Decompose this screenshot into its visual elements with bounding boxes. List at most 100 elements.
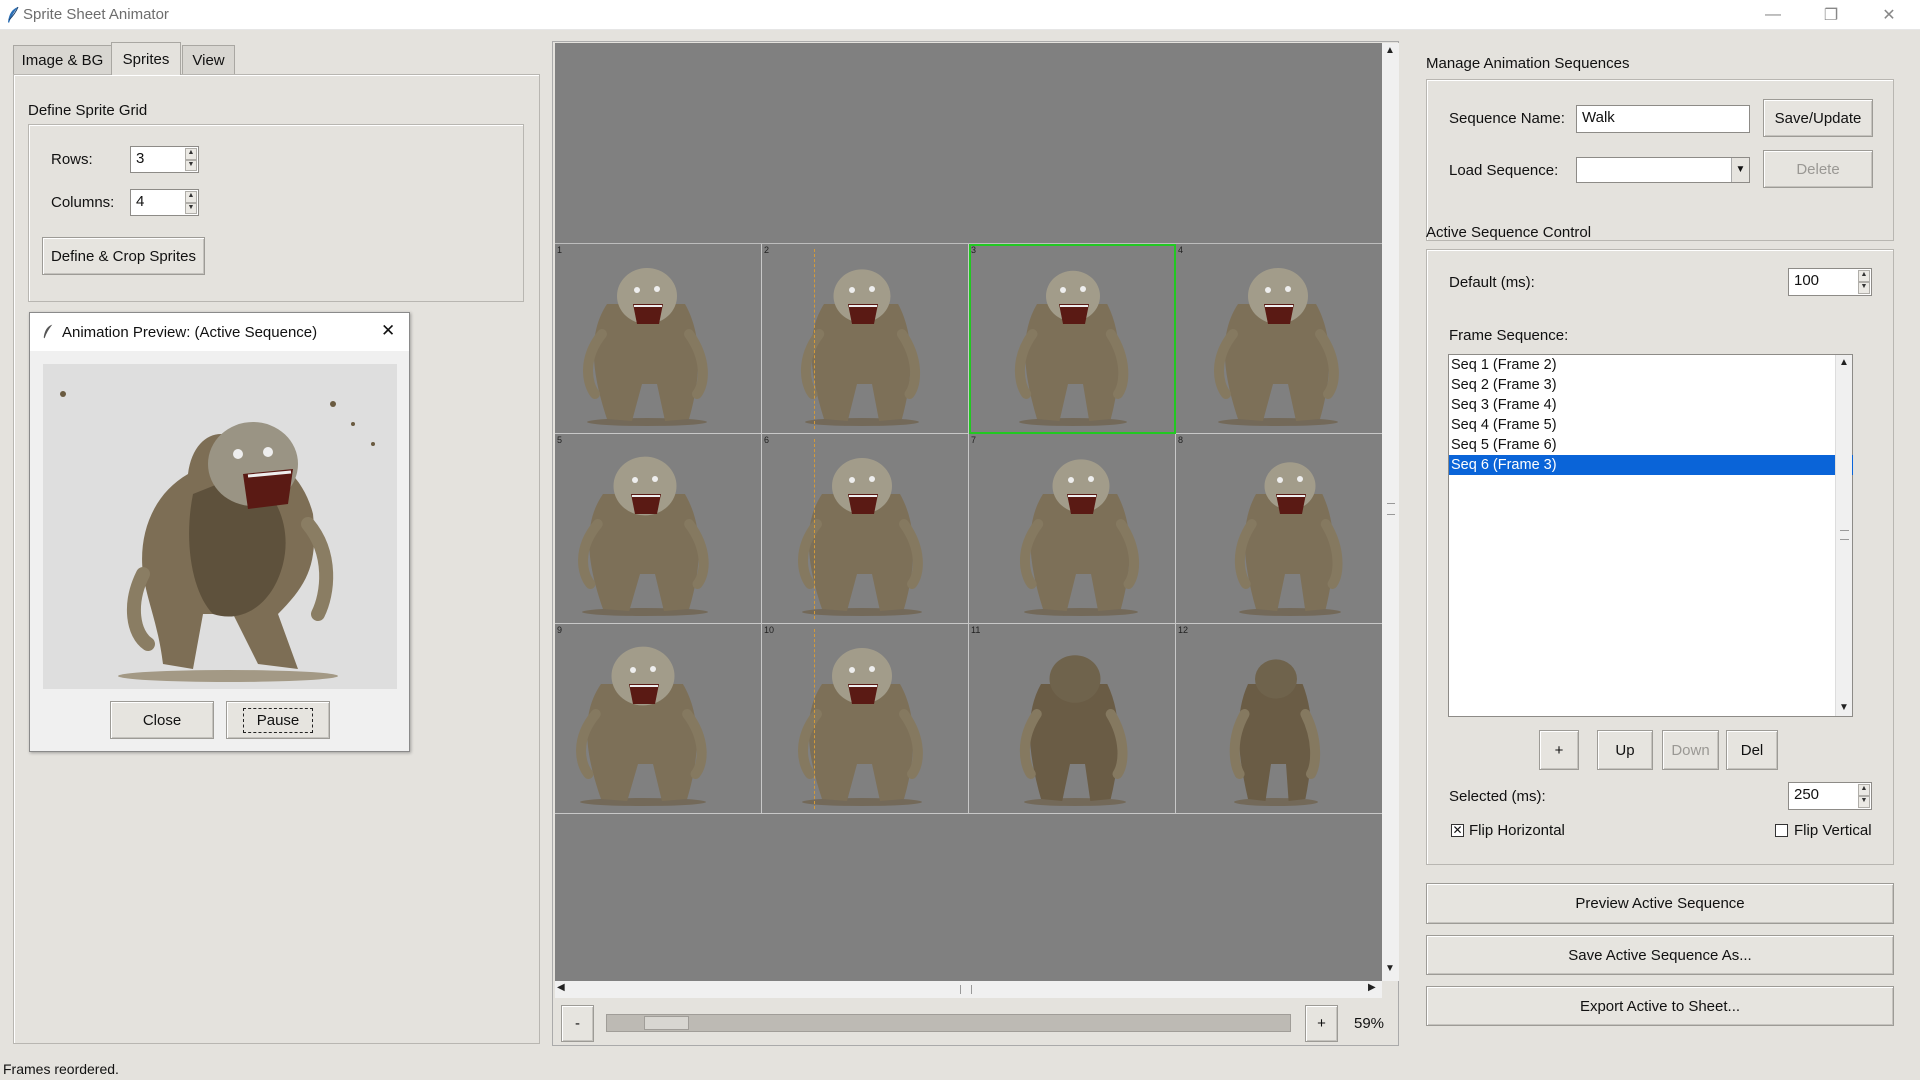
tab-view[interactable]: View [182, 45, 235, 74]
selected-ms-label: Selected (ms): [1449, 788, 1546, 805]
list-scroll-thumb[interactable] [1840, 530, 1849, 540]
columns-label: Columns: [51, 194, 115, 211]
sprite-cell[interactable]: 7 [969, 434, 1176, 624]
save-update-button[interactable]: Save/Update [1763, 99, 1873, 137]
scroll-up-icon[interactable]: ▲ [1385, 45, 1395, 56]
zombie-preview-image [60, 391, 375, 682]
preview-sequence-button[interactable]: Preview Active Sequence [1426, 883, 1894, 924]
flip-horizontal-checkbox[interactable]: ✕ [1451, 824, 1464, 837]
list-item[interactable]: Seq 1 (Frame 2) [1449, 355, 1851, 375]
default-ms-label: Default (ms): [1449, 274, 1535, 291]
sprite-cell[interactable]: 8 [1176, 434, 1382, 624]
chevron-down-icon[interactable]: ▼ [1731, 158, 1749, 182]
sprite-cell[interactable]: 11 [969, 624, 1176, 814]
zoom-slider-thumb[interactable] [644, 1016, 689, 1030]
restore-button[interactable]: ❐ [1802, 0, 1860, 30]
sprite-cell[interactable]: 12 [1176, 624, 1382, 814]
rows-spinbox[interactable]: 3 ▲ ▼ [130, 146, 199, 173]
frame-list-items: Seq 1 (Frame 2) Seq 2 (Frame 3) Seq 3 (Fra… [1449, 355, 1853, 475]
zombie-sprite-image [1229, 659, 1321, 806]
columns-value: 4 [136, 193, 145, 210]
alignment-guide [814, 249, 815, 429]
load-sequence-label: Load Sequence: [1449, 162, 1559, 179]
scroll-right-icon[interactable]: ▶ [1368, 982, 1376, 993]
feather-icon [8, 6, 19, 23]
selected-ms-spinbox[interactable]: 250 ▲ ▼ [1788, 782, 1872, 810]
close-window-button[interactable]: ✕ [1860, 0, 1918, 30]
save-sequence-as-button[interactable]: Save Active Sequence As... [1426, 935, 1894, 975]
pause-label: Pause [242, 707, 314, 733]
window-title: Sprite Sheet Animator [23, 6, 169, 23]
sprite-cell[interactable]: 9 [555, 624, 762, 814]
preview-pause-button[interactable]: Pause [226, 701, 330, 739]
scroll-left-icon[interactable]: ◀ [557, 982, 565, 993]
preview-title-bar: Animation Preview: (Active Sequence) ✕ [30, 313, 409, 351]
list-item[interactable]: Seq 6 (Frame 3) [1449, 455, 1853, 475]
sequence-name-input[interactable]: Walk [1576, 105, 1750, 133]
sprite-cell[interactable]: 1 [555, 244, 762, 434]
default-ms-value: 100 [1794, 272, 1820, 289]
list-scrollbar[interactable]: ▲ ▼ [1835, 355, 1852, 716]
columns-spinbox[interactable]: 4 ▲ ▼ [130, 189, 199, 216]
vscroll-thumb[interactable] [1387, 503, 1395, 515]
frame-sequence-list[interactable]: Seq 1 (Frame 2) Seq 2 (Frame 3) Seq 3 (Fra… [1448, 354, 1853, 717]
manage-title: Manage Animation Sequences [1426, 55, 1630, 72]
sprite-grid: 1 2 3 4 5 6 7 8 9 10 11 12 [555, 243, 1382, 814]
preview-close-button[interactable]: Close [110, 701, 214, 739]
flip-vertical-label: Flip Vertical [1794, 822, 1872, 839]
selected-ms-spin-arrows[interactable]: ▲ ▼ [1858, 784, 1870, 808]
sprite-cell[interactable]: 2 [762, 244, 969, 434]
zombie-sprite-image [800, 269, 921, 426]
export-to-sheet-button[interactable]: Export Active to Sheet... [1426, 986, 1894, 1026]
alignment-guide [814, 439, 815, 619]
hscroll-thumb[interactable] [960, 985, 972, 994]
tab-image-bg[interactable]: Image & BG [13, 45, 112, 74]
vertical-scrollbar[interactable]: ▲ ▼ [1382, 43, 1399, 981]
default-ms-spinbox[interactable]: 100 ▲ ▼ [1788, 268, 1872, 296]
animation-preview-window: Animation Preview: (Active Sequence) ✕ C… [29, 312, 410, 752]
zoom-in-button[interactable]: + [1305, 1005, 1338, 1042]
add-frame-button[interactable]: + [1539, 730, 1579, 770]
rows-label: Rows: [51, 151, 93, 168]
rows-spin-arrows[interactable]: ▲ ▼ [185, 148, 197, 171]
sequence-name-label: Sequence Name: [1449, 110, 1565, 127]
delete-sequence-button[interactable]: Delete [1763, 150, 1873, 188]
delete-frame-button[interactable]: Del [1726, 730, 1778, 770]
zombie-sprite-image [1019, 459, 1140, 616]
move-down-button[interactable]: Down [1662, 730, 1719, 770]
status-bar: Frames reordered. [0, 1057, 1920, 1080]
sprite-canvas[interactable]: 1 2 3 4 5 6 7 8 9 10 11 12 [555, 43, 1382, 981]
alignment-guide [814, 629, 815, 809]
zoom-slider[interactable] [606, 1014, 1291, 1032]
tab-sprites[interactable]: Sprites [111, 42, 181, 75]
list-item[interactable]: Seq 2 (Frame 3) [1449, 375, 1851, 395]
horizontal-scrollbar[interactable]: ◀ ▶ [555, 981, 1382, 998]
list-item[interactable]: Seq 5 (Frame 6) [1449, 435, 1851, 455]
sprite-cell[interactable]: 10 [762, 624, 969, 814]
default-ms-spin-arrows[interactable]: ▲ ▼ [1858, 270, 1870, 294]
sprite-cell[interactable]: 5 [555, 434, 762, 624]
flip-vertical-checkbox[interactable] [1775, 824, 1788, 837]
selected-ms-value: 250 [1794, 786, 1820, 803]
list-item[interactable]: Seq 4 (Frame 5) [1449, 415, 1851, 435]
zombie-sprite-image [578, 456, 709, 616]
close-icon[interactable]: ✕ [381, 321, 395, 341]
preview-title: Animation Preview: (Active Sequence) [62, 324, 318, 341]
load-sequence-select[interactable]: ▼ [1576, 157, 1750, 183]
list-item[interactable]: Seq 3 (Frame 4) [1449, 395, 1851, 415]
minimize-button[interactable]: — [1744, 0, 1802, 30]
sprite-cell[interactable]: 4 [1176, 244, 1382, 434]
move-up-button[interactable]: Up [1597, 730, 1653, 770]
scroll-down-icon[interactable]: ▼ [1385, 963, 1395, 974]
list-scroll-down-icon[interactable]: ▼ [1839, 702, 1849, 713]
columns-spin-arrows[interactable]: ▲ ▼ [185, 191, 197, 214]
sprite-cell[interactable]: 3 [969, 244, 1176, 434]
preview-canvas [43, 364, 397, 689]
define-crop-button[interactable]: Define & Crop Sprites [42, 237, 205, 275]
status-text: Frames reordered. [3, 1061, 119, 1077]
zoom-out-button[interactable]: - [561, 1005, 594, 1042]
list-scroll-up-icon[interactable]: ▲ [1839, 357, 1849, 368]
frame-sequence-label: Frame Sequence: [1449, 327, 1569, 344]
sprite-cell[interactable]: 6 [762, 434, 969, 624]
rows-value: 3 [136, 150, 145, 167]
